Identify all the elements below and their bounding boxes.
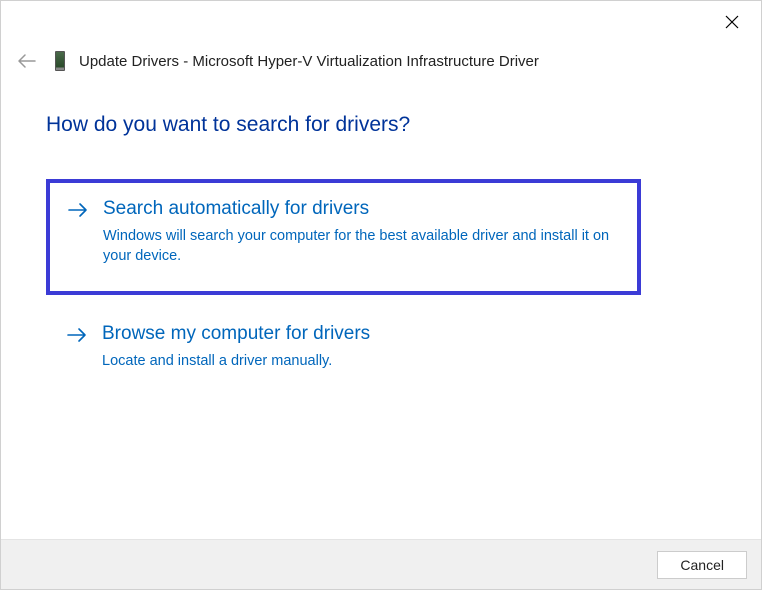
update-drivers-dialog: Update Drivers - Microsoft Hyper-V Virtu… — [0, 0, 762, 590]
arrow-right-icon — [66, 327, 88, 348]
option-title: Search automatically for drivers — [103, 198, 620, 220]
option-browse-computer[interactable]: Browse my computer for drivers Locate an… — [46, 317, 641, 391]
option-description: Windows will search your computer for th… — [103, 226, 620, 267]
close-icon[interactable] — [721, 11, 743, 37]
option-search-automatically[interactable]: Search automatically for drivers Windows… — [46, 179, 641, 295]
main-heading: How do you want to search for drivers? — [46, 113, 716, 137]
dialog-footer: Cancel — [1, 539, 761, 589]
cancel-button[interactable]: Cancel — [657, 551, 747, 579]
option-title: Browse my computer for drivers — [102, 323, 621, 345]
option-text: Search automatically for drivers Windows… — [103, 198, 620, 267]
back-arrow-icon[interactable] — [13, 49, 41, 73]
dialog-content: How do you want to search for drivers? S… — [1, 73, 761, 391]
device-icon — [55, 51, 65, 71]
option-description: Locate and install a driver manually. — [102, 351, 621, 371]
dialog-title: Update Drivers - Microsoft Hyper-V Virtu… — [79, 53, 539, 70]
option-text: Browse my computer for drivers Locate an… — [102, 323, 621, 371]
arrow-right-icon — [67, 202, 89, 223]
dialog-header: Update Drivers - Microsoft Hyper-V Virtu… — [1, 1, 761, 73]
